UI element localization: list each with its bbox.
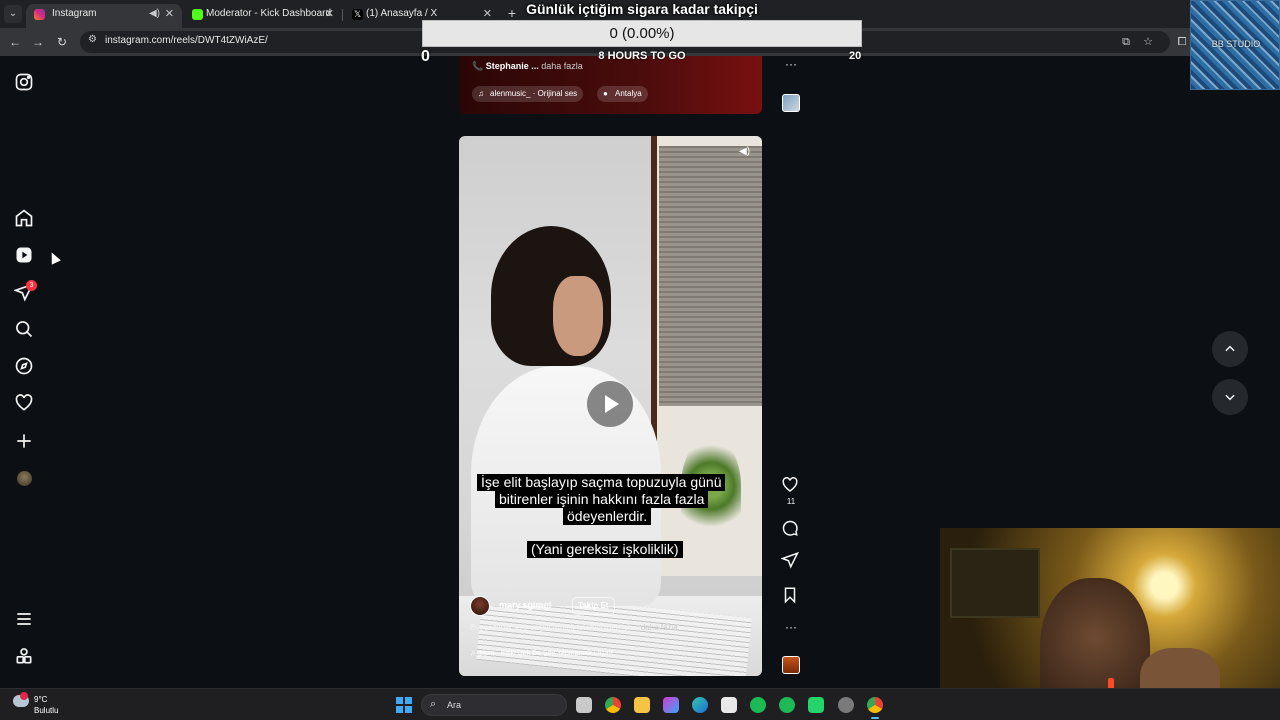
window-blind — [659, 146, 762, 406]
chevron-up-icon — [1225, 345, 1235, 352]
profile-avatar[interactable] — [17, 471, 32, 486]
chrome-icon[interactable] — [605, 697, 621, 713]
previous-reel-button[interactable] — [1212, 331, 1248, 367]
wall-tv — [950, 548, 1040, 618]
tab-kick-dashboard[interactable]: Moderator - Kick Dashboard ✕ — [184, 4, 342, 28]
reel-video[interactable]: ◀) İşe elit başlayıp saçma topuzuyla gün… — [459, 136, 762, 676]
subtitle-line-1: İşe elit başlayıp saçma topuzuyla günü — [477, 474, 726, 491]
like-count: 11 — [786, 497, 796, 506]
tab-title: Instagram — [52, 8, 97, 19]
reel-music[interactable]: ♫ gripin · Belki Çok Da Şey Yapmamak Laz… — [470, 650, 613, 657]
reload-icon[interactable]: ↻ — [53, 33, 71, 51]
person-face — [553, 276, 603, 356]
weather-condition[interactable]: Bulutlu — [34, 706, 58, 715]
instagram-logo-icon[interactable] — [14, 72, 34, 92]
windows-taskbar: 9°C Bulutlu ⌕ Ara — [0, 688, 1280, 720]
speaker-icon[interactable]: ◀) — [149, 4, 160, 24]
like-heart-icon[interactable] — [781, 476, 801, 496]
caption-more-link[interactable]: daha fazla — [641, 623, 678, 632]
audio-thumbnail[interactable] — [782, 656, 800, 674]
volume-icon[interactable]: ◀) — [739, 146, 753, 160]
close-icon[interactable]: ✕ — [325, 4, 334, 24]
spotify-icon[interactable] — [779, 697, 795, 713]
author-avatar[interactable] — [470, 596, 490, 616]
play-button[interactable] — [587, 381, 633, 427]
phone-icon: 📞 — [472, 61, 486, 71]
subtitle-note: (Yani gereksiz işkoliklik) — [527, 541, 683, 558]
goal-value: 0 (0.00%) — [609, 25, 675, 42]
store-icon[interactable] — [721, 697, 737, 713]
previous-reel-caption: 📞 Stephanie ... daha fazla — [472, 61, 583, 72]
edge-icon[interactable] — [692, 697, 708, 713]
url-text: instagram.com/reels/DWT4tZWiAzE/ — [105, 35, 268, 46]
reels-icon[interactable] — [14, 245, 34, 265]
back-icon[interactable]: ← — [6, 33, 24, 51]
author-username[interactable]: mary.sgimgl — [499, 600, 551, 610]
copilot-icon[interactable] — [663, 697, 679, 713]
install-app-icon[interactable]: ⧉ — [1117, 33, 1135, 51]
location-pin-icon: ● — [603, 89, 608, 98]
audio-thumbnail[interactable] — [782, 94, 800, 112]
next-reel-button[interactable] — [1212, 379, 1248, 415]
weather-temperature[interactable]: 9°C — [34, 695, 47, 704]
close-icon[interactable]: ✕ — [165, 4, 174, 24]
tab-instagram[interactable]: Instagram ◀) ✕ — [26, 4, 182, 28]
save-bookmark-icon[interactable] — [781, 586, 801, 606]
previous-reel-user: Stephanie ... — [485, 61, 539, 71]
taskbar-search-placeholder: Ara — [447, 700, 462, 710]
tab-search-button[interactable]: ⌄ — [4, 5, 22, 23]
location-label: Antalya — [615, 89, 642, 98]
instagram-favicon-icon — [34, 9, 45, 20]
windows-start-icon[interactable] — [396, 697, 412, 713]
goal-max: 20 — [849, 50, 862, 62]
search-icon[interactable] — [14, 319, 34, 339]
previous-reel[interactable]: 📞 Stephanie ... daha fazla ♫ alenmusic_ … — [459, 56, 762, 114]
more-options-icon[interactable]: ··· — [781, 620, 801, 640]
share-icon[interactable] — [780, 551, 801, 571]
audio-label: alenmusic_ · Orijinal ses — [490, 89, 578, 98]
music-note-icon: ♫ — [478, 89, 484, 98]
message-count-badge: 3 — [26, 280, 37, 291]
notifications-heart-icon[interactable] — [14, 393, 34, 413]
explore-icon[interactable] — [14, 356, 34, 376]
screen: ⌄ Instagram ◀) ✕ Moderator - Kick Dashbo… — [0, 0, 1280, 720]
audio-chip[interactable]: ♫ alenmusic_ · Orijinal ses — [472, 86, 584, 102]
create-icon[interactable] — [14, 431, 34, 451]
tab-title: Moderator - Kick Dashboard — [206, 8, 332, 19]
comment-icon[interactable] — [781, 519, 801, 539]
tab-divider — [342, 9, 343, 21]
extensions-icon[interactable]: ⧠ — [1173, 33, 1191, 51]
subtitle-line-3: ödeyenlerdir. — [563, 508, 652, 525]
streaming-app-icon[interactable] — [808, 697, 824, 713]
follow-button[interactable]: Takip Et — [572, 597, 615, 615]
file-explorer-icon[interactable] — [634, 697, 650, 713]
subtitle-line-2: bitirenler işinin hakkını fazla fazla — [495, 491, 709, 508]
studio-logo-text: BB STUDIO — [1211, 39, 1261, 49]
menu-icon[interactable] — [14, 609, 34, 629]
chevron-down-icon — [1225, 394, 1235, 401]
weather-alert-badge — [20, 692, 28, 700]
also-from-meta-icon[interactable] — [14, 646, 34, 666]
app-icon[interactable] — [838, 697, 854, 713]
music-label: gripin · Belki Çok Da Şey Yapmamak Lazım — [477, 650, 613, 657]
home-icon[interactable] — [14, 208, 34, 228]
bookmark-star-icon[interactable]: ☆ — [1139, 33, 1157, 51]
spotify-icon[interactable] — [750, 697, 766, 713]
chrome-active-icon[interactable] — [867, 697, 883, 719]
location-chip[interactable]: ● Antalya — [597, 86, 648, 102]
more-link[interactable]: daha fazla — [541, 61, 583, 71]
goal-title: Günlük içtiğim sigara kadar takipçi — [526, 1, 758, 17]
search-icon: ⌕ — [430, 698, 437, 710]
studio-logo: BB STUDIO — [1190, 0, 1280, 90]
caption-text: Bet sesimle size eziyet etmek istemediği… — [470, 623, 639, 632]
taskbar-search[interactable]: ⌕ Ara — [421, 694, 567, 716]
reel-caption: Bet sesimle size eziyet etmek istemediği… — [470, 623, 678, 632]
task-view-icon[interactable] — [576, 697, 592, 713]
goal-progress-bar: 0 (0.00%) — [422, 20, 862, 47]
goal-time-remaining: 8 HOURS TO GO — [598, 50, 686, 62]
forward-icon[interactable]: → — [29, 33, 47, 51]
kick-favicon-icon — [192, 9, 203, 20]
x-favicon-icon: 𝕏 — [352, 9, 363, 20]
site-info-icon[interactable]: ⚙ — [88, 34, 97, 45]
